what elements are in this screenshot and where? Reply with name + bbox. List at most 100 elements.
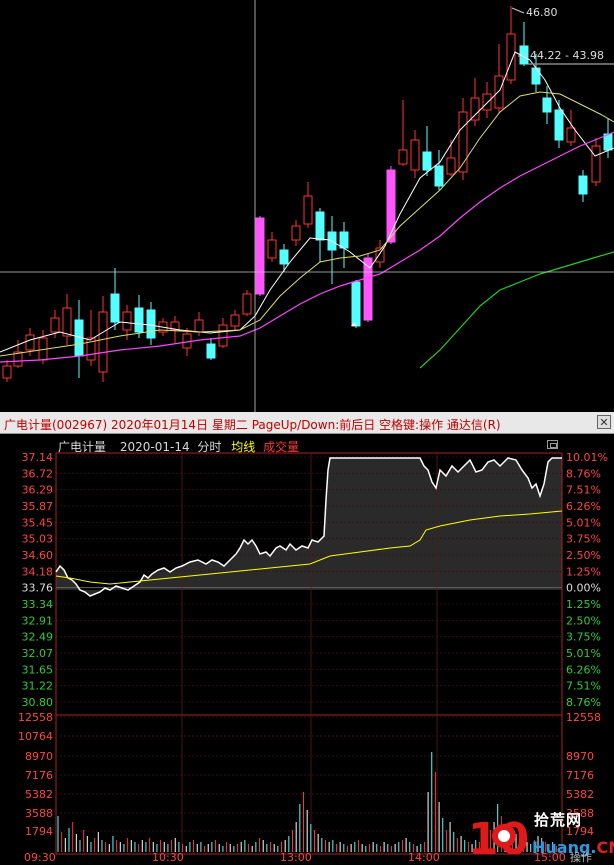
candle-body bbox=[267, 239, 277, 259]
candle-body bbox=[146, 309, 156, 339]
pct-tick-label: 2.50% bbox=[566, 614, 601, 627]
time-tick-label: 09:30 bbox=[24, 851, 56, 863]
candle-body bbox=[446, 157, 456, 175]
volume-tick-label: 8970 bbox=[25, 750, 53, 763]
volume-tick-label-right: 12558 bbox=[566, 711, 601, 724]
pct-tick-label: 1.25% bbox=[566, 565, 601, 578]
candle-body bbox=[410, 139, 420, 171]
intraday-chart[interactable]: 37.14 36.72 36.29 35.87 35.45 35.03 34.60 34.18… bbox=[0, 434, 614, 863]
candle-body bbox=[134, 307, 144, 333]
ma20-line bbox=[0, 131, 614, 363]
candle-body bbox=[230, 314, 240, 327]
pct-tick-label: 7.51% bbox=[566, 680, 601, 693]
pct-tick-label: 8.76% bbox=[566, 467, 601, 480]
pct-tick-label: 10.01% bbox=[566, 451, 608, 464]
pct-tick-label: 7.51% bbox=[566, 484, 601, 497]
candle-body bbox=[303, 195, 313, 225]
window-toggle-icon[interactable] bbox=[547, 440, 558, 449]
candle-body bbox=[591, 145, 601, 183]
price-tick-label: 31.65 bbox=[22, 663, 54, 676]
pct-tick-label: 6.26% bbox=[566, 663, 601, 676]
price-tick-label: 32.49 bbox=[22, 631, 54, 644]
price-tick-label: 34.18 bbox=[22, 565, 54, 578]
candle-body bbox=[339, 231, 349, 249]
right-pct-axis: 10.01% 8.76% 7.51% 6.26% 5.01% 3.75% 2.50% 1.25… bbox=[566, 451, 608, 709]
candle-body bbox=[482, 93, 492, 111]
price-tick-label: 30.80 bbox=[22, 696, 54, 709]
volume-tick-label: 10764 bbox=[18, 730, 53, 743]
pct-tick-label: 2.50% bbox=[566, 549, 601, 562]
candle-body bbox=[98, 311, 108, 373]
price-tick-label: 35.87 bbox=[22, 500, 54, 513]
close-icon[interactable]: ✕ bbox=[597, 415, 611, 429]
header-avg-line: 均线 bbox=[231, 440, 256, 454]
time-tick-label: 13:00 bbox=[280, 851, 312, 863]
intraday-header: 广电计量 2020-01-14 分时 均线 成交量 bbox=[58, 438, 309, 455]
price-tick-label: 35.03 bbox=[22, 533, 54, 546]
candle-body bbox=[110, 293, 120, 323]
volume-tick-label: 5382 bbox=[25, 788, 53, 801]
candle-body bbox=[398, 149, 408, 165]
volume-tick-label: 3588 bbox=[25, 807, 53, 820]
candle-body bbox=[422, 151, 432, 171]
pct-tick-label: 5.01% bbox=[566, 647, 601, 660]
price-tick-label: 37.14 bbox=[22, 451, 54, 464]
candle-body bbox=[291, 225, 301, 241]
candle-body bbox=[218, 324, 228, 347]
price-tick-label: 32.07 bbox=[22, 647, 54, 660]
candle-body bbox=[554, 109, 564, 141]
price-tick-label: 32.91 bbox=[22, 614, 54, 627]
price-tick-label: 36.72 bbox=[22, 467, 54, 480]
header-stock-name: 广电计量 bbox=[58, 440, 107, 454]
volume-tick-label-right: 5382 bbox=[566, 788, 594, 801]
pct-tick-label: 1.25% bbox=[566, 598, 601, 611]
candle-body bbox=[242, 293, 252, 315]
pct-tick-label: 3.75% bbox=[566, 631, 601, 644]
candle-body bbox=[494, 75, 504, 109]
price-tick-label: 35.45 bbox=[22, 516, 54, 529]
left-price-axis: 37.14 36.72 36.29 35.87 35.45 35.03 34.60 34.18… bbox=[22, 451, 54, 709]
candle-body bbox=[25, 334, 35, 351]
pct-tick-label: 6.26% bbox=[566, 500, 601, 513]
header-period: 分时 bbox=[197, 440, 222, 454]
title-bar: 广电计量(002967) 2020年01月14日 星期二 PageUp/Down… bbox=[0, 412, 614, 434]
header-date: 2020-01-14 bbox=[119, 440, 190, 454]
candle-body bbox=[255, 217, 265, 295]
watermark-text: 拾荒网 bbox=[534, 811, 583, 829]
candlestick-chart[interactable]: 46.80 44.22 - 43.98 bbox=[0, 0, 614, 412]
candle-body bbox=[434, 165, 444, 187]
title-bar-text: 广电计量(002967) 2020年01月14日 星期二 PageUp/Down… bbox=[4, 418, 501, 432]
time-tick-label: 14:00 bbox=[408, 851, 440, 863]
candle-body bbox=[315, 211, 325, 241]
header-volume: 成交量 bbox=[263, 440, 300, 454]
candle-body bbox=[62, 307, 72, 337]
ma-value-label: 44.22 - 43.98 bbox=[530, 49, 604, 62]
candle-body bbox=[578, 175, 588, 195]
candle-body bbox=[531, 67, 541, 85]
price-tick-label: 36.29 bbox=[22, 484, 54, 497]
volume-tick-label-right: 8970 bbox=[566, 750, 594, 763]
candle-body bbox=[351, 281, 361, 327]
volume-tick-label: 7176 bbox=[25, 769, 53, 782]
high-price-label: 46.80 bbox=[526, 6, 558, 19]
time-tick-label: 10:30 bbox=[152, 851, 184, 863]
volume-tick-label: 1794 bbox=[25, 825, 53, 838]
pct-tick-label: 3.75% bbox=[566, 533, 601, 546]
candle-body bbox=[194, 319, 204, 333]
candle-body bbox=[470, 97, 480, 121]
candle-body bbox=[2, 365, 12, 379]
ma60-line bbox=[419, 251, 614, 369]
candle-body bbox=[542, 97, 552, 113]
pct-tick-label: 5.01% bbox=[566, 516, 601, 529]
high-marker bbox=[511, 7, 525, 14]
price-tick-label: 33.76 bbox=[22, 582, 54, 595]
candle-body bbox=[506, 33, 516, 81]
candle-body bbox=[50, 317, 60, 333]
price-tick-label: 34.60 bbox=[22, 549, 54, 562]
candle-body bbox=[206, 343, 216, 359]
left-volume-axis: 12558 10764 8970 7176 5382 3588 1794 bbox=[18, 711, 53, 838]
candle-body bbox=[279, 249, 289, 265]
price-tick-label: 31.22 bbox=[22, 680, 54, 693]
pct-tick-label: 0.00% bbox=[566, 582, 601, 595]
candle-body bbox=[566, 127, 576, 143]
